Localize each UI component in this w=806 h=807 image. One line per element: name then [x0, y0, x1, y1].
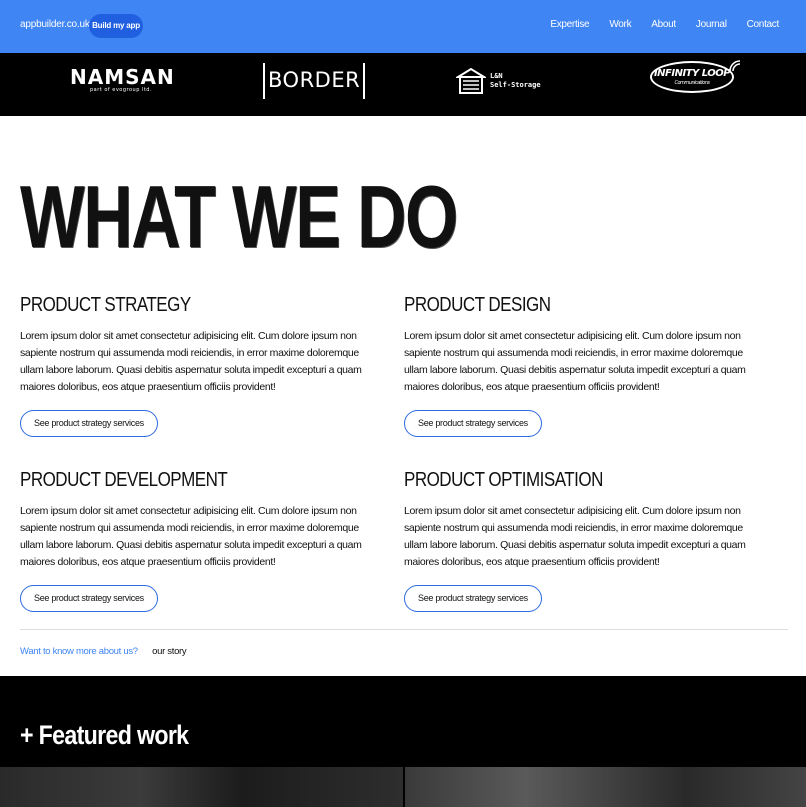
border-logo: BORDER [263, 63, 366, 99]
service-title: PRODUCT OPTIMISATION [404, 469, 603, 491]
page-title: WHAT WE DO [20, 167, 458, 266]
about-question-link[interactable]: Want to know more about us? [20, 646, 138, 657]
build-my-app-button[interactable]: Build my app [89, 14, 143, 38]
namsan-logo-name: NAMSAN [70, 65, 175, 89]
nav-link-expertise[interactable]: Expertise [550, 19, 589, 30]
service-button[interactable]: See product strategy services [404, 585, 542, 612]
service-description: Lorem ipsum dolor sit amet consectetur a… [404, 505, 746, 568]
main-nav: Expertise Work About Journal Contact [530, 19, 779, 30]
featured-work-thumbnail[interactable] [0, 767, 403, 807]
storage-logo-line1: L&N [490, 72, 503, 80]
service-product-strategy: PRODUCT STRATEGY Lorem ipsum dolor sit a… [20, 294, 380, 437]
service-product-optimisation: PRODUCT OPTIMISATION Lorem ipsum dolor s… [404, 469, 764, 612]
featured-work-heading: + Featured work [20, 720, 189, 750]
service-button[interactable]: See product strategy services [20, 410, 158, 437]
featured-work-section: + Featured work [0, 676, 806, 807]
signal-waves-icon [729, 60, 741, 72]
service-product-development: PRODUCT DEVELOPMENT Lorem ipsum dolor si… [20, 469, 380, 612]
service-button[interactable]: See product strategy services [404, 410, 542, 437]
infinity-loop-logo-tagline: Communications [674, 80, 710, 86]
service-title: PRODUCT STRATEGY [20, 294, 191, 316]
site-brand-link[interactable]: appbuilder.co.uk [20, 19, 90, 30]
our-story-link[interactable]: our story [152, 646, 187, 657]
nav-link-contact[interactable]: Contact [747, 19, 780, 30]
storage-logo: L&N Self-Storage [456, 67, 541, 95]
service-description: Lorem ipsum dolor sit amet consectetur a… [404, 330, 746, 393]
service-product-design: PRODUCT DESIGN Lorem ipsum dolor sit ame… [404, 294, 764, 437]
storage-unit-icon [456, 67, 486, 94]
storage-logo-line2: Self-Storage [490, 81, 541, 89]
namsan-logo: NAMSAN part of evogroup ltd. [70, 65, 175, 93]
service-title: PRODUCT DEVELOPMENT [20, 469, 228, 491]
service-button[interactable]: See product strategy services [20, 585, 158, 612]
service-description: Lorem ipsum dolor sit amet consectetur a… [20, 330, 362, 393]
featured-work-thumbnail[interactable] [405, 767, 806, 807]
service-title: PRODUCT DESIGN [404, 294, 551, 316]
service-description: Lorem ipsum dolor sit amet consectetur a… [20, 505, 362, 568]
top-navigation-bar: appbuilder.co.uk Build my app Expertise … [0, 0, 806, 53]
border-logo-name: BORDER [268, 68, 361, 92]
section-divider [20, 629, 788, 630]
nav-link-about[interactable]: About [651, 19, 676, 30]
infinity-loop-logo: INFINITY LOOP Communications [650, 60, 741, 93]
infinity-loop-logo-name: INFINITY LOOP [653, 68, 731, 79]
nav-link-work[interactable]: Work [609, 19, 631, 30]
about-prompt: Want to know more about us? our story [20, 646, 187, 657]
nav-link-journal[interactable]: Journal [696, 19, 727, 30]
client-logos-strip: NAMSAN part of evogroup ltd. BORDER L&N … [0, 53, 806, 116]
